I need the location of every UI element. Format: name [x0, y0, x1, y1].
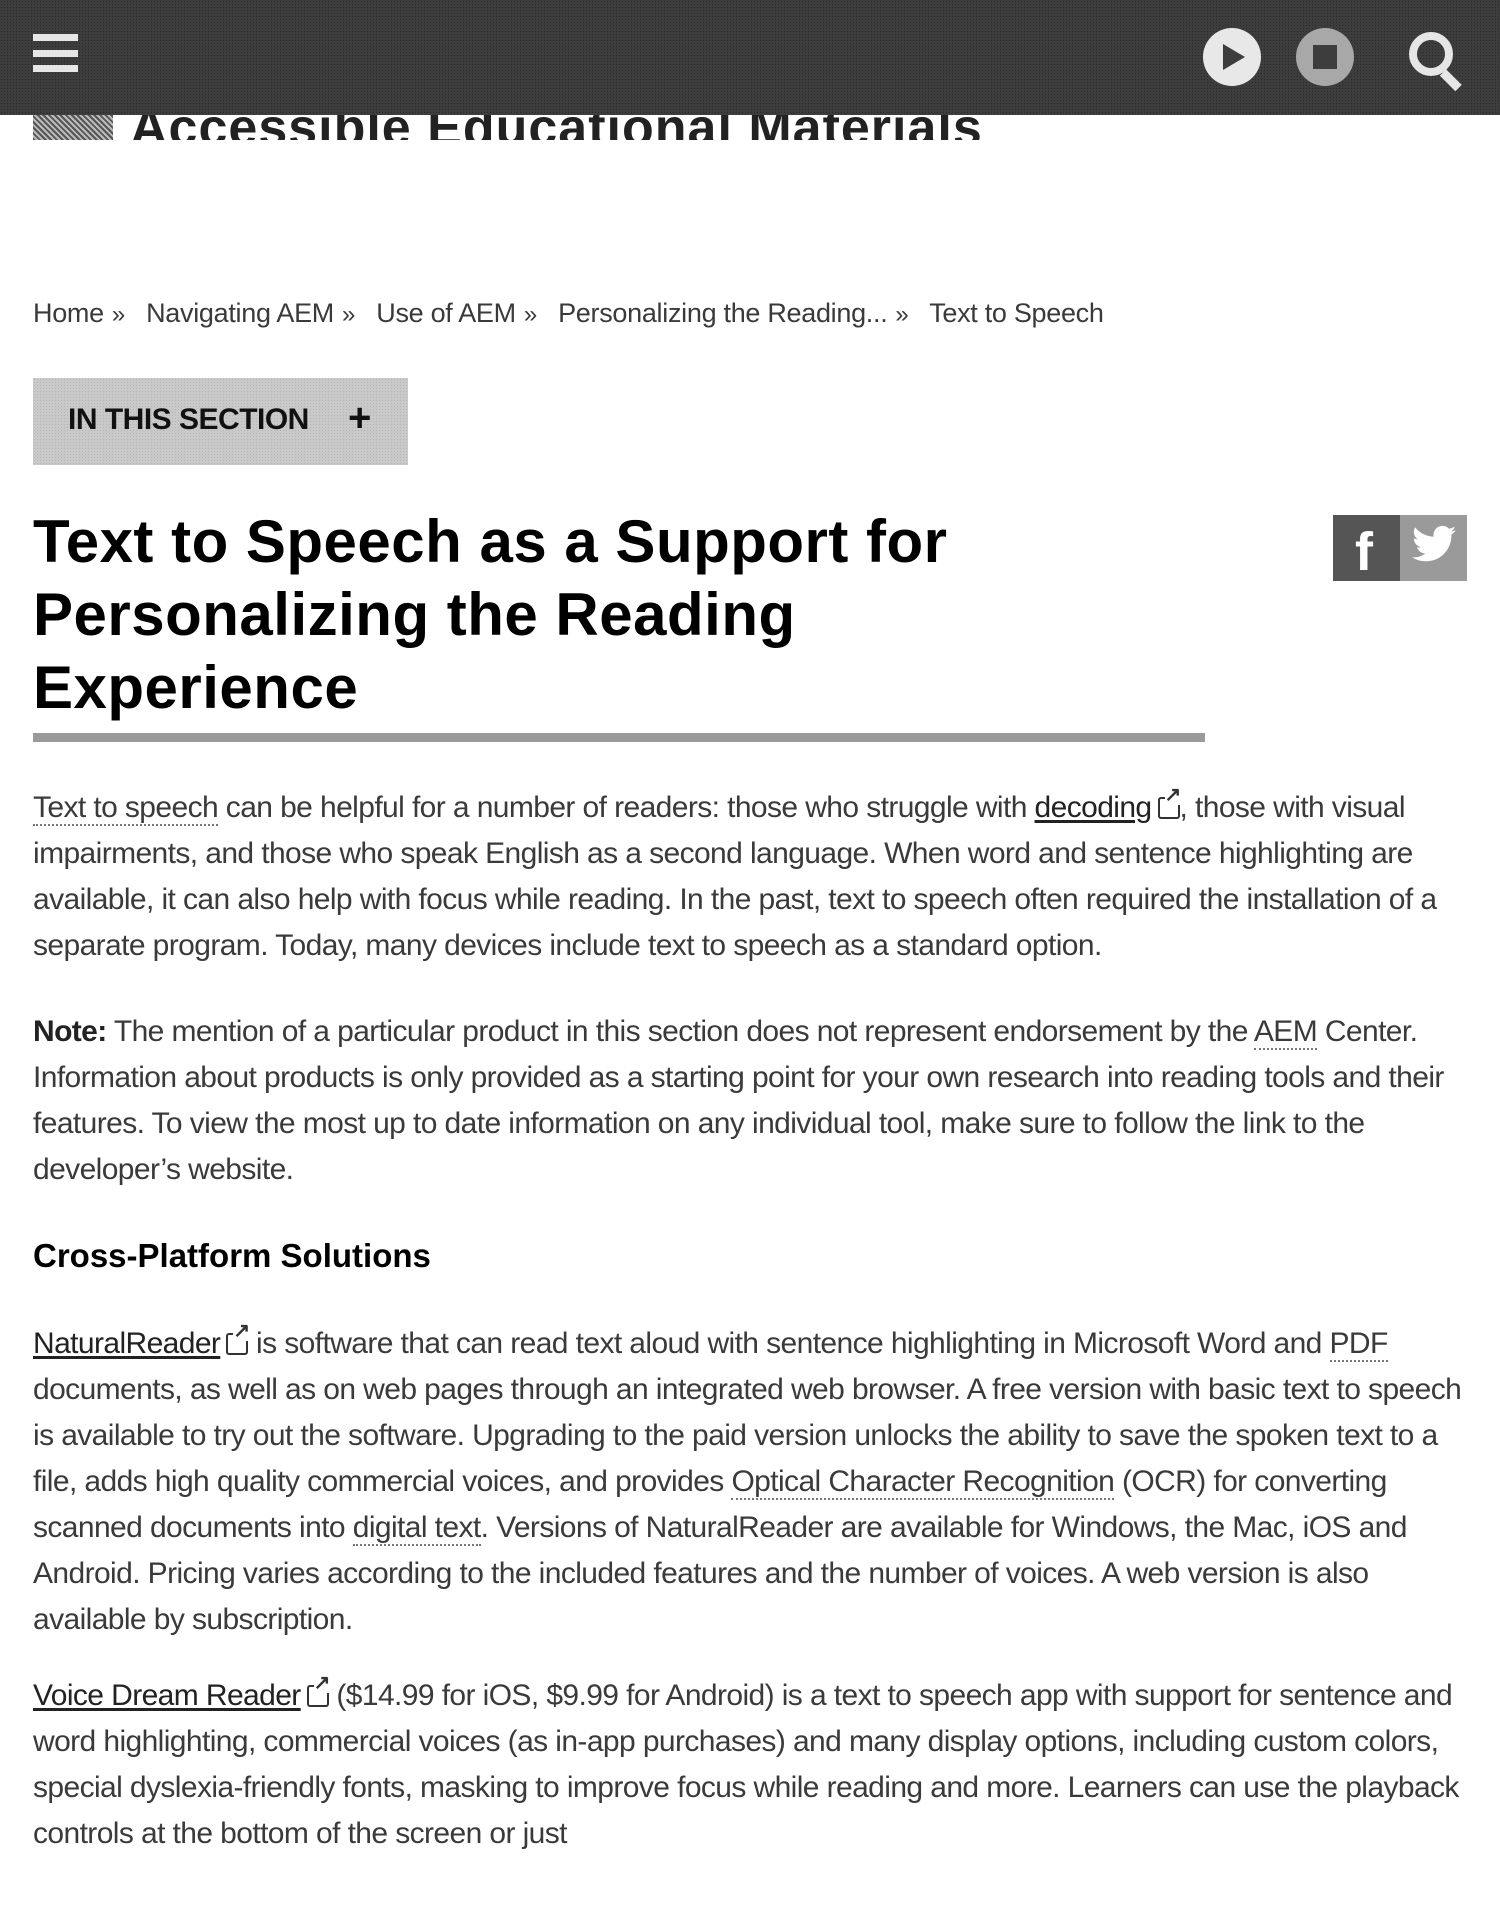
breadcrumb-separator: » [523, 301, 537, 328]
abbr-ocr[interactable]: Optical Character Recognition [731, 1465, 1115, 1500]
breadcrumb-current: Text to Speech [929, 298, 1104, 328]
in-this-section-button[interactable]: IN THIS SECTION + [33, 378, 408, 465]
social-share: f [1333, 515, 1467, 582]
hamburger-menu-icon[interactable] [33, 34, 78, 74]
note-label: Note: [33, 1015, 107, 1048]
abbr-aem[interactable]: AEM [1253, 1015, 1318, 1050]
intro-paragraph: Text to speech can be helpful for a numb… [33, 785, 1473, 969]
facebook-icon: f [1355, 522, 1373, 582]
article-body: Text to speech can be helpful for a numb… [33, 785, 1473, 1857]
external-link-icon [1157, 785, 1181, 819]
abbr-text-to-speech[interactable]: Text to speech [33, 791, 219, 826]
abbr-digital-text[interactable]: digital text [352, 1511, 481, 1546]
abbr-pdf[interactable]: PDF [1329, 1327, 1388, 1362]
stop-icon [1296, 28, 1354, 86]
note-paragraph: Note: The mention of a particular produc… [33, 1009, 1473, 1193]
breadcrumb-separator: » [895, 301, 909, 328]
breadcrumb-use-of-aem[interactable]: Use of AEM [376, 298, 516, 328]
naturalreader-paragraph: NaturalReader is software that can read … [33, 1321, 1473, 1643]
plus-icon: + [348, 396, 372, 440]
breadcrumb-home[interactable]: Home [33, 298, 104, 328]
page-title: Text to Speech as a Support for Personal… [33, 508, 948, 721]
cross-platform-heading: Cross-Platform Solutions [33, 1237, 431, 1274]
voice-dream-link[interactable]: Voice Dream Reader [33, 1679, 301, 1712]
search-button[interactable] [1405, 28, 1463, 92]
external-link-icon [306, 1673, 330, 1707]
text: can be helpful for a number of readers: … [218, 791, 1035, 824]
in-this-section-label: IN THIS SECTION [68, 403, 309, 436]
external-link-icon [226, 1321, 250, 1355]
play-button[interactable] [1203, 28, 1261, 86]
facebook-share-button[interactable]: f [1333, 515, 1400, 582]
twitter-icon [1412, 525, 1456, 573]
twitter-share-button[interactable] [1400, 515, 1467, 581]
top-toolbar [0, 0, 1500, 115]
breadcrumb-separator: » [342, 301, 356, 328]
logo-mark-icon [33, 112, 113, 140]
stop-button[interactable] [1296, 28, 1354, 86]
breadcrumb-personalizing[interactable]: Personalizing the Reading... [558, 298, 888, 328]
naturalreader-link[interactable]: NaturalReader [33, 1327, 221, 1360]
text: is software that can read text aloud wit… [248, 1327, 1330, 1360]
title-divider [33, 733, 1205, 742]
play-icon [1203, 28, 1261, 86]
decoding-link[interactable]: decoding [1035, 791, 1153, 824]
breadcrumb-navigating-aem[interactable]: Navigating AEM [146, 298, 334, 328]
breadcrumb: Home » Navigating AEM » Use of AEM » Person… [33, 298, 1104, 329]
breadcrumb-separator: » [111, 301, 125, 328]
text: The mention of a particular product in t… [106, 1015, 1254, 1048]
voice-dream-paragraph: Voice Dream Reader ($14.99 for iOS, $9.9… [33, 1673, 1473, 1857]
